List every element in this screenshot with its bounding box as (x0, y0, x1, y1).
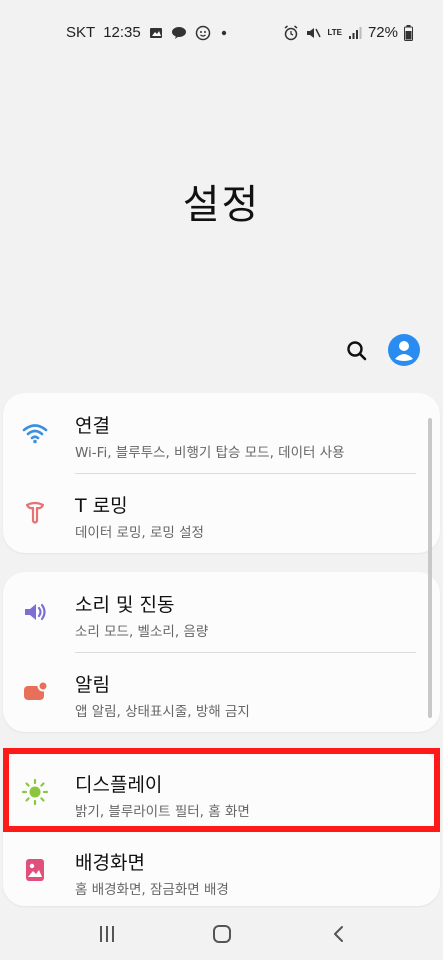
wifi-icon (21, 419, 49, 447)
item-subtitle: Wi-Fi, 블루투스, 비행기 탑승 모드, 데이터 사용 (75, 445, 345, 461)
settings-group-connections: 연결 Wi-Fi, 블루투스, 비행기 탑승 모드, 데이터 사용 T 로밍 데… (3, 393, 440, 553)
volume-icon (21, 598, 49, 626)
recents-button[interactable] (92, 922, 122, 946)
scrollbar[interactable] (428, 418, 432, 718)
page-title: 설정 (182, 182, 261, 228)
highlight-box (3, 748, 440, 832)
item-title: T 로밍 (75, 495, 128, 517)
navigation-bar (0, 908, 443, 960)
search-icon (347, 341, 367, 361)
home-button[interactable] (207, 922, 237, 946)
avatar-icon (388, 334, 420, 366)
chat-icon (171, 26, 187, 40)
item-subtitle: 앱 알림, 상태표시줄, 방해 금지 (75, 704, 250, 720)
wallpaper-icon (21, 856, 49, 884)
item-subtitle: 소리 모드, 벨소리, 음량 (75, 624, 209, 640)
status-bar: SKT 12:35 LTE 72% (0, 0, 443, 66)
carrier-label: SKT (66, 24, 96, 41)
profile-button[interactable] (388, 334, 420, 366)
item-title: 연결 (75, 415, 110, 437)
recents-icon (100, 926, 114, 942)
battery-percent: 72% (367, 24, 398, 41)
battery-icon (404, 25, 413, 41)
search-button[interactable] (343, 337, 371, 365)
back-icon (334, 926, 343, 942)
roaming-icon (21, 499, 49, 527)
image-icon (149, 26, 163, 40)
settings-item-notifications[interactable]: 알림 앱 알림, 상태표시줄, 방해 금지 (3, 652, 440, 732)
settings-group-sound: 소리 및 진동 소리 모드, 벨소리, 음량 알림 앱 알림, 상태표시줄, 방… (3, 572, 440, 732)
item-title: 소리 및 진동 (75, 594, 175, 616)
settings-item-t-roaming[interactable]: T 로밍 데이터 로밍, 로밍 설정 (3, 473, 440, 553)
home-icon (213, 925, 231, 943)
mute-icon (305, 25, 322, 41)
dot-icon (219, 28, 229, 38)
back-button[interactable] (324, 922, 354, 946)
signal-icon (348, 26, 362, 40)
item-subtitle: 홈 배경화면, 잠금화면 배경 (75, 882, 229, 898)
item-title: 배경화면 (75, 852, 145, 874)
settings-item-sound[interactable]: 소리 및 진동 소리 모드, 벨소리, 음량 (3, 572, 440, 652)
settings-item-connections[interactable]: 연결 Wi-Fi, 블루투스, 비행기 탑승 모드, 데이터 사용 (3, 393, 440, 473)
lte-icon: LTE (327, 29, 342, 37)
item-subtitle: 데이터 로밍, 로밍 설정 (75, 525, 204, 541)
smile-icon (195, 25, 211, 41)
item-title: 알림 (75, 674, 110, 696)
lte-label: LTE (327, 28, 342, 37)
clock: 12:35 (103, 24, 141, 41)
alarm-icon (283, 25, 299, 41)
settings-item-wallpaper[interactable]: 배경화면 홈 배경화면, 잠금화면 배경 (3, 830, 440, 910)
notification-icon (21, 678, 49, 706)
